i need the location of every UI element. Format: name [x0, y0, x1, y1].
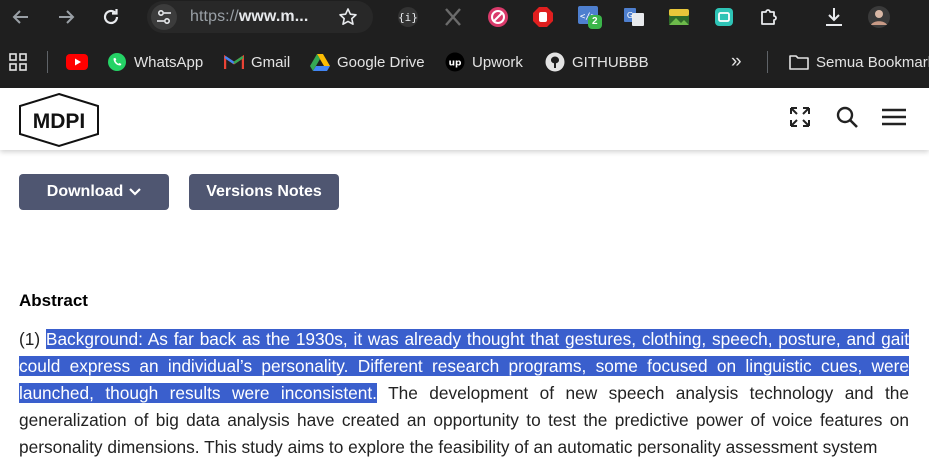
- json-braces-icon: {i}: [398, 7, 418, 27]
- bookmarks-bar: WhatsApp Gmail Google Drive up Upwork GI…: [0, 35, 929, 89]
- puzzle-icon: [761, 9, 777, 25]
- svg-text:{i}: {i}: [398, 11, 418, 24]
- url-text[interactable]: https://www.m...: [190, 8, 308, 26]
- download-button[interactable]: Download: [19, 174, 169, 210]
- hamburger-menu-icon: [882, 108, 906, 126]
- stop-hand-icon: [533, 7, 553, 27]
- bookmark-label: WhatsApp: [134, 53, 204, 71]
- blocked-icon: [488, 7, 508, 27]
- bookmarks-divider: [47, 51, 48, 73]
- mdpi-logo[interactable]: MDPI: [18, 92, 100, 153]
- arrow-left-icon: [12, 10, 28, 24]
- whatsapp-icon: [107, 52, 127, 72]
- bookmark-google-drive[interactable]: Google Drive: [310, 51, 425, 73]
- json-extension-button[interactable]: {i}: [396, 5, 420, 29]
- github-icon: [545, 52, 565, 72]
- upwork-icon: up: [445, 52, 465, 72]
- all-bookmarks-label: Semua Bookmark: [816, 53, 929, 71]
- fullscreen-button[interactable]: [786, 103, 814, 131]
- profile-avatar[interactable]: [867, 5, 891, 29]
- x-logo-icon: [445, 8, 461, 26]
- bookmark-star-button[interactable]: [335, 4, 361, 30]
- arrow-right-icon: [59, 10, 75, 24]
- translate-icon: G: [624, 8, 644, 26]
- browser-toolbar: https://www.m... {i} 2 G: [0, 0, 929, 35]
- search-icon: [836, 106, 858, 128]
- download-label: Download: [46, 183, 124, 200]
- url-host: www.m...: [238, 8, 309, 25]
- extensions-menu-button[interactable]: [757, 5, 781, 29]
- menu-button[interactable]: [880, 103, 908, 131]
- shield-check-icon: [715, 8, 733, 26]
- versions-notes-button[interactable]: Versions Notes: [189, 174, 339, 210]
- reload-button[interactable]: [98, 4, 124, 30]
- abstract-text: (1) Background: As far back as the 1930s…: [19, 326, 909, 461]
- all-bookmarks-folder[interactable]: Semua Bookmark: [789, 51, 929, 73]
- youtube-icon: [66, 54, 88, 70]
- image-extension-button[interactable]: [667, 5, 691, 29]
- site-header: MDPI: [0, 88, 929, 150]
- abstract-heading: Abstract: [19, 291, 88, 310]
- address-bar[interactable]: https://www.m...: [147, 1, 373, 33]
- folder-icon: [789, 52, 809, 72]
- bookmark-label: Upwork: [472, 53, 523, 71]
- star-icon: [339, 8, 357, 25]
- apps-button[interactable]: [8, 51, 28, 73]
- more-bookmarks-button[interactable]: »: [731, 51, 742, 73]
- bookmark-gmail[interactable]: Gmail: [224, 51, 290, 73]
- bookmark-upwork[interactable]: up Upwork: [445, 51, 523, 73]
- adblock-extension-button[interactable]: [531, 5, 555, 29]
- translate-extension-button[interactable]: G: [622, 5, 646, 29]
- bookmarks-divider: [767, 51, 768, 73]
- svg-text:up: up: [449, 59, 462, 69]
- abstract-number: (1): [19, 329, 41, 349]
- landscape-icon: [669, 9, 689, 25]
- bookmark-label: GITHUBBB: [572, 53, 649, 71]
- gmail-icon: [224, 52, 244, 72]
- search-button[interactable]: [833, 103, 861, 131]
- apps-grid-icon: [9, 53, 27, 71]
- versions-label: Versions Notes: [206, 183, 322, 200]
- code-extension-button[interactable]: </> 2: [577, 5, 602, 29]
- forward-button[interactable]: [53, 4, 79, 30]
- bookmark-github[interactable]: GITHUBBB: [545, 51, 649, 73]
- reload-icon: [103, 9, 119, 25]
- tune-icon: [157, 9, 171, 25]
- url-prefix: https://: [190, 8, 239, 25]
- extension-badge: 2: [588, 15, 602, 29]
- more-chevron-icon: »: [731, 51, 742, 72]
- site-info-button[interactable]: [151, 4, 177, 30]
- bookmark-label: Google Drive: [337, 53, 425, 71]
- avatar-icon: [868, 6, 890, 28]
- shield-extension-button[interactable]: [712, 5, 736, 29]
- downloads-button[interactable]: [822, 5, 846, 29]
- google-drive-icon: [310, 52, 330, 72]
- blocker-extension-button[interactable]: [486, 5, 510, 29]
- chevron-down-icon: [129, 183, 141, 201]
- svg-text:G: G: [627, 11, 633, 20]
- bookmark-youtube[interactable]: [66, 51, 88, 73]
- download-icon: [826, 8, 842, 26]
- logo-text: MDPI: [33, 110, 86, 133]
- bookmark-label: Gmail: [251, 53, 291, 71]
- expand-icon: [790, 107, 810, 127]
- back-button[interactable]: [8, 4, 34, 30]
- x-extension-button[interactable]: [441, 5, 465, 29]
- bookmark-whatsapp[interactable]: WhatsApp: [107, 51, 203, 73]
